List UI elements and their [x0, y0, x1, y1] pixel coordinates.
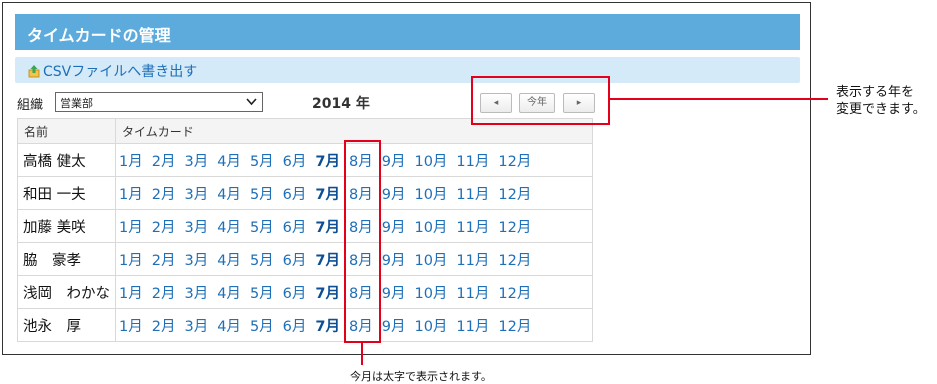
- month-link-12[interactable]: 12月: [498, 183, 531, 204]
- month-link-1[interactable]: 1月: [119, 282, 143, 303]
- month-link-5[interactable]: 5月: [250, 183, 274, 204]
- month-link-11[interactable]: 11月: [456, 150, 489, 171]
- year-change-note-line1: 表示する年を: [836, 85, 915, 100]
- table-row: 池永 厚 1月 2月 3月 4月 5月 6月 7月 8月 9月 10月 11月 12月: [17, 308, 593, 342]
- month-link-2[interactable]: 2月: [152, 150, 176, 171]
- employee-name: 加藤 美咲: [17, 209, 116, 243]
- year-nav-highlight: [471, 76, 610, 125]
- month-link-6[interactable]: 6月: [283, 315, 307, 336]
- month-link-1[interactable]: 1月: [119, 216, 143, 237]
- employee-name: 高橋 健太: [17, 143, 116, 177]
- month-link-7[interactable]: 7月: [315, 315, 340, 336]
- month-link-10[interactable]: 10月: [414, 249, 447, 270]
- month-link-4[interactable]: 4月: [217, 282, 241, 303]
- month-link-5[interactable]: 5月: [250, 150, 274, 171]
- month-link-4[interactable]: 4月: [217, 216, 241, 237]
- month-link-9[interactable]: 9月: [382, 249, 406, 270]
- upload-file-icon: [28, 65, 40, 78]
- month-link-3[interactable]: 3月: [184, 216, 208, 237]
- month-link-9[interactable]: 9月: [382, 282, 406, 303]
- header-name: 名前: [17, 118, 116, 144]
- month-link-10[interactable]: 10月: [414, 150, 447, 171]
- month-link-7[interactable]: 7月: [315, 150, 340, 171]
- month-link-10[interactable]: 10月: [414, 315, 447, 336]
- month-link-2[interactable]: 2月: [152, 282, 176, 303]
- month-link-1[interactable]: 1月: [119, 315, 143, 336]
- month-link-9[interactable]: 9月: [382, 150, 406, 171]
- month-link-11[interactable]: 11月: [456, 183, 489, 204]
- current-month-highlight: [344, 140, 381, 343]
- month-link-3[interactable]: 3月: [184, 249, 208, 270]
- month-link-10[interactable]: 10月: [414, 216, 447, 237]
- month-link-3[interactable]: 3月: [184, 150, 208, 171]
- month-link-5[interactable]: 5月: [250, 216, 274, 237]
- month-link-7[interactable]: 7月: [315, 249, 340, 270]
- month-link-6[interactable]: 6月: [283, 216, 307, 237]
- table-row: 高橋 健太 1月 2月 3月 4月 5月 6月 7月 8月 9月 10月 11月 12月: [17, 143, 593, 177]
- month-link-11[interactable]: 11月: [456, 249, 489, 270]
- chevron-down-icon: [246, 98, 257, 106]
- month-link-4[interactable]: 4月: [217, 315, 241, 336]
- month-link-1[interactable]: 1月: [119, 183, 143, 204]
- table-row: 脇 豪孝 1月 2月 3月 4月 5月 6月 7月 8月 9月 10月 11月 12月: [17, 242, 593, 276]
- month-link-6[interactable]: 6月: [283, 249, 307, 270]
- year-nav-callout-line: [610, 98, 828, 100]
- month-link-12[interactable]: 12月: [498, 216, 531, 237]
- month-link-6[interactable]: 6月: [283, 150, 307, 171]
- month-link-4[interactable]: 4月: [217, 150, 241, 171]
- month-link-3[interactable]: 3月: [184, 183, 208, 204]
- month-link-6[interactable]: 6月: [283, 183, 307, 204]
- year-change-note: 表示する年を 変更できます。: [836, 84, 926, 118]
- month-link-12[interactable]: 12月: [498, 150, 531, 171]
- csv-export-label: CSVファイルへ書き出す: [43, 64, 198, 80]
- month-link-2[interactable]: 2月: [152, 315, 176, 336]
- csv-export-link[interactable]: CSVファイルへ書き出す: [27, 64, 197, 80]
- month-link-5[interactable]: 5月: [250, 282, 274, 303]
- month-link-11[interactable]: 11月: [456, 282, 489, 303]
- year-change-note-line2: 変更できます。: [836, 102, 926, 117]
- employee-name: 浅岡 わかな: [17, 275, 116, 309]
- csv-export-bar: CSVファイルへ書き出す: [15, 57, 800, 83]
- month-link-7[interactable]: 7月: [315, 216, 340, 237]
- month-link-12[interactable]: 12月: [498, 282, 531, 303]
- table-row: 加藤 美咲 1月 2月 3月 4月 5月 6月 7月 8月 9月 10月 11月 12月: [17, 209, 593, 243]
- month-link-5[interactable]: 5月: [250, 315, 274, 336]
- month-link-7[interactable]: 7月: [315, 183, 340, 204]
- month-link-10[interactable]: 10月: [414, 282, 447, 303]
- month-link-4[interactable]: 4月: [217, 249, 241, 270]
- org-label: 組織: [17, 98, 44, 113]
- month-link-7[interactable]: 7月: [315, 282, 340, 303]
- employee-name: 脇 豪孝: [17, 242, 116, 276]
- month-link-10[interactable]: 10月: [414, 183, 447, 204]
- org-select[interactable]: 営業部: [55, 92, 263, 112]
- year-label: 2014 年: [312, 96, 370, 112]
- month-link-9[interactable]: 9月: [382, 183, 406, 204]
- month-link-12[interactable]: 12月: [498, 249, 531, 270]
- month-link-12[interactable]: 12月: [498, 315, 531, 336]
- org-select-value: 営業部: [60, 97, 93, 110]
- month-link-1[interactable]: 1月: [119, 249, 143, 270]
- month-link-9[interactable]: 9月: [382, 216, 406, 237]
- current-month-callout-line: [361, 343, 363, 365]
- month-link-2[interactable]: 2月: [152, 183, 176, 204]
- employee-name: 和田 一夫: [17, 176, 116, 210]
- table-row: 浅岡 わかな 1月 2月 3月 4月 5月 6月 7月 8月 9月 10月 11月 12月: [17, 275, 593, 309]
- month-link-2[interactable]: 2月: [152, 249, 176, 270]
- page-title: タイムカードの管理: [15, 14, 800, 50]
- month-link-1[interactable]: 1月: [119, 150, 143, 171]
- month-link-2[interactable]: 2月: [152, 216, 176, 237]
- employee-name: 池永 厚: [17, 308, 116, 342]
- timecard-table: 名前 タイムカード 高橋 健太 1月 2月 3月 4月 5月 6月 7月 8月 9月 10月 11月 1…: [17, 118, 593, 342]
- month-link-5[interactable]: 5月: [250, 249, 274, 270]
- month-link-3[interactable]: 3月: [184, 282, 208, 303]
- month-link-6[interactable]: 6月: [283, 282, 307, 303]
- month-link-9[interactable]: 9月: [382, 315, 406, 336]
- month-link-4[interactable]: 4月: [217, 183, 241, 204]
- table-row: 和田 一夫 1月 2月 3月 4月 5月 6月 7月 8月 9月 10月 11月 12月: [17, 176, 593, 210]
- month-link-11[interactable]: 11月: [456, 315, 489, 336]
- month-link-11[interactable]: 11月: [456, 216, 489, 237]
- current-month-note: 今月は太字で表示されます。: [350, 370, 492, 383]
- month-link-3[interactable]: 3月: [184, 315, 208, 336]
